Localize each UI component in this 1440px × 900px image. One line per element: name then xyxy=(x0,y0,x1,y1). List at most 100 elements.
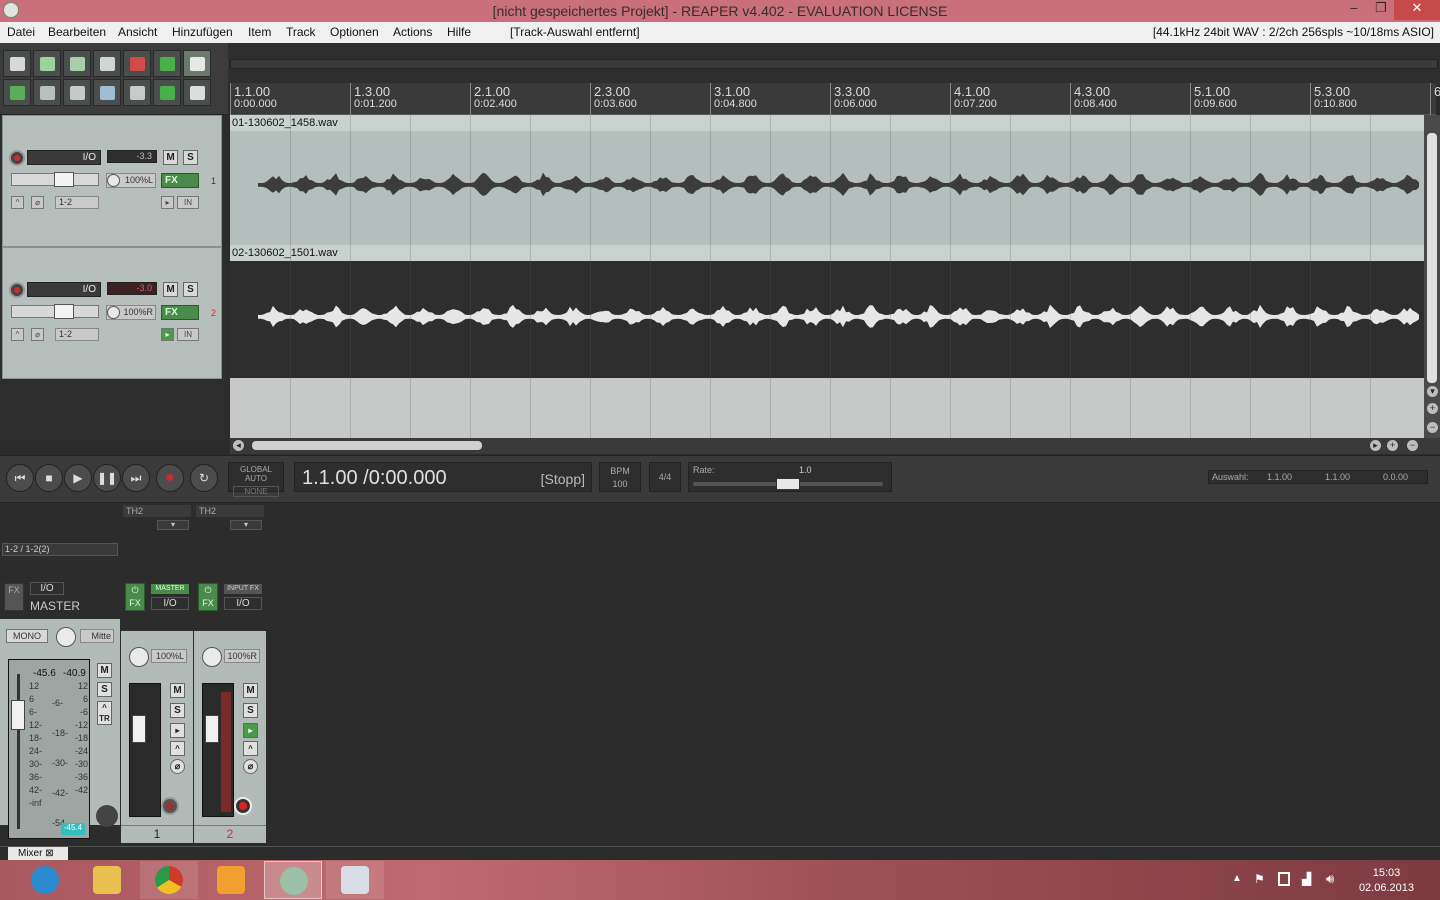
channel-header[interactable]: TH2 xyxy=(196,505,264,517)
scroll-thumb[interactable] xyxy=(252,441,482,450)
scroll-right-icon[interactable]: ▸ xyxy=(1370,440,1381,451)
save-project-button[interactable] xyxy=(63,50,91,77)
envelope-icon[interactable]: ^ xyxy=(11,328,24,341)
channel-io-button[interactable]: I/O xyxy=(151,597,189,610)
master-fader-knob[interactable] xyxy=(11,700,25,730)
audio-device-info[interactable]: [44.1kHz 24bit WAV : 2/2ch 256spls ~10/1… xyxy=(1153,25,1434,39)
zoom-in-vertical-icon[interactable]: + xyxy=(1427,403,1438,414)
project-settings-button[interactable] xyxy=(93,50,121,77)
taskbar-chrome[interactable] xyxy=(140,861,198,899)
auto-crossfade-button[interactable] xyxy=(3,79,31,106)
insert-dropdown-icon[interactable]: ▾ xyxy=(230,520,262,530)
record-button[interactable]: ● xyxy=(156,464,184,492)
volume-fader[interactable] xyxy=(11,172,99,187)
channel-pan-value[interactable]: 100%R xyxy=(224,649,260,663)
phase-icon[interactable]: ⌀ xyxy=(31,328,44,341)
zoom-out-vertical-icon[interactable]: − xyxy=(1427,422,1438,433)
channel-mute-button[interactable]: M xyxy=(170,683,185,698)
grid-button[interactable] xyxy=(63,79,91,106)
system-clock[interactable]: 15:03 02.06.2013 xyxy=(1359,866,1414,896)
menu-datei[interactable]: Datei xyxy=(7,25,35,39)
insert-dropdown-icon[interactable]: ▾ xyxy=(157,520,189,530)
menu-optionen[interactable]: Optionen xyxy=(330,25,379,39)
close-button[interactable]: ✕ xyxy=(1394,0,1440,20)
envelope-icon[interactable]: ^ xyxy=(11,196,24,209)
mute-button[interactable]: M xyxy=(163,150,178,165)
maximize-button[interactable]: ❐ xyxy=(1368,0,1394,20)
close-tab-icon[interactable]: ⊠ xyxy=(45,848,53,859)
global-automation-button[interactable]: GLOBAL AUTO NONE xyxy=(228,462,284,497)
go-to-start-button[interactable]: ⏮ xyxy=(6,464,34,492)
mixer-tab[interactable]: Mixer ⊠ xyxy=(8,847,68,861)
mono-button[interactable]: MONO xyxy=(6,629,48,643)
menu-ansicht[interactable]: Ansicht xyxy=(118,25,157,39)
scroll-left-icon[interactable]: ◂ xyxy=(233,440,244,451)
master-fader-track[interactable] xyxy=(17,674,20,829)
menu-hilfe[interactable]: Hilfe xyxy=(447,25,471,39)
routing-select[interactable]: 1-2 xyxy=(55,328,99,341)
fader-knob[interactable] xyxy=(54,172,74,187)
envelope-icon[interactable]: ^ xyxy=(170,741,185,756)
input-monitor-button[interactable]: IN xyxy=(177,328,199,341)
trim-button[interactable]: ^ TR xyxy=(97,701,112,725)
master-mute-button[interactable]: M xyxy=(97,663,112,678)
volume-fader[interactable] xyxy=(11,304,99,319)
taskbar-reaper[interactable] xyxy=(264,861,322,899)
selection-display[interactable]: Auswahl: 1.1.00 1.1.00 0.0.00 xyxy=(1208,470,1428,484)
monitor-icon[interactable]: ▸ xyxy=(161,328,174,341)
fx-button[interactable]: FX xyxy=(161,305,199,320)
channel-fader-knob[interactable] xyxy=(205,715,219,743)
menu-track[interactable]: Track xyxy=(286,25,316,39)
taskbar-explorer[interactable] xyxy=(78,861,136,899)
channel-fader-knob[interactable] xyxy=(132,715,146,743)
fader-knob[interactable] xyxy=(54,304,74,319)
redo-button[interactable] xyxy=(153,50,181,77)
channel-record-arm[interactable] xyxy=(234,797,252,815)
solo-button[interactable]: S xyxy=(183,150,198,165)
lock-button[interactable] xyxy=(183,79,211,106)
send-label[interactable]: INPUT FX xyxy=(224,584,262,594)
track-volume-readout[interactable]: -3.3 xyxy=(107,150,157,163)
repeat-toggle-button[interactable]: ↻ xyxy=(190,464,218,492)
phase-icon[interactable]: ⌀ xyxy=(31,196,44,209)
metronome-button[interactable] xyxy=(183,50,211,77)
bpm-control[interactable]: BPM 100 xyxy=(599,462,641,492)
fx-button[interactable]: FX xyxy=(161,173,199,188)
taskbar-notes[interactable] xyxy=(326,861,384,899)
network-icon[interactable]: ▟ xyxy=(1302,872,1311,886)
taskbar-media[interactable] xyxy=(202,861,260,899)
ripple-edit-button[interactable] xyxy=(93,79,121,106)
zoom-in-horizontal-icon[interactable]: + xyxy=(1387,440,1398,451)
master-io-button[interactable]: I/O xyxy=(30,582,64,595)
loop-toggle-button[interactable] xyxy=(153,79,181,106)
track-io-button[interactable]: I/O xyxy=(27,282,101,297)
pause-button[interactable]: ❚❚ xyxy=(93,464,121,492)
channel-pan-knob[interactable] xyxy=(129,647,149,667)
record-arm-button[interactable] xyxy=(9,150,25,166)
vertical-scrollbar[interactable]: ▾ + − xyxy=(1424,115,1440,438)
scroll-down-icon[interactable]: ▾ xyxy=(1427,386,1438,397)
open-project-button[interactable] xyxy=(33,50,61,77)
channel-header[interactable]: TH2 xyxy=(123,505,191,517)
time-signature[interactable]: 4/4 xyxy=(649,462,681,492)
go-to-end-button[interactable]: ⏭ xyxy=(122,464,150,492)
master-pan-value[interactable]: Mitte xyxy=(80,629,114,643)
channel-solo-button[interactable]: S xyxy=(243,703,258,718)
routing-select[interactable]: 1-2 xyxy=(55,196,99,209)
channel-pan-knob[interactable] xyxy=(202,647,222,667)
track-io-button[interactable]: I/O xyxy=(27,150,101,165)
channel-fx-button[interactable]: ⏻ FX xyxy=(198,583,218,611)
phase-icon[interactable]: ⌀ xyxy=(243,759,258,774)
channel-pan-value[interactable]: 100%L xyxy=(151,649,187,663)
envelope-icon[interactable]: ^ xyxy=(243,741,258,756)
monitor-icon[interactable]: ▸ xyxy=(161,196,174,209)
monitor-icon[interactable]: ▸ xyxy=(243,723,258,738)
pan-knob[interactable]: 100%R xyxy=(106,305,156,320)
master-fx-button[interactable]: FX xyxy=(4,583,24,611)
volume-icon[interactable]: 🔊︎ xyxy=(1326,871,1334,887)
monitor-icon[interactable]: ▸ xyxy=(170,723,185,738)
channel-fx-button[interactable]: ⏻ FX xyxy=(125,583,145,611)
menu-actions[interactable]: Actions xyxy=(393,25,432,39)
show-hidden-icons[interactable]: ▲ xyxy=(1232,873,1242,884)
track-2-panel[interactable]: I/O -3.0 M S 100%R FX ^ ⌀ 1-2 ▸ IN 2 xyxy=(2,247,222,379)
